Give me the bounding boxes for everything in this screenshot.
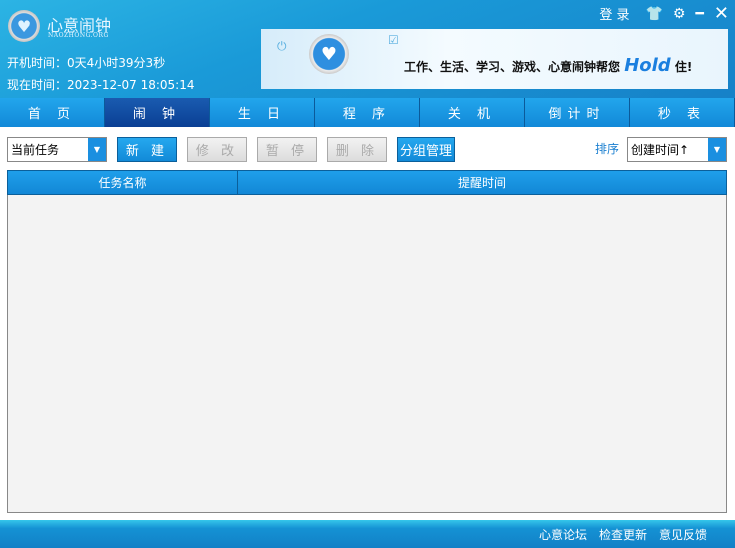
tab-shutdown[interactable]: 关 机: [420, 98, 525, 127]
title-bar: ♥ 心意闹钟 NAOZHONG.ORG 开机时间：0天4小时39分3秒 现在时间…: [0, 0, 735, 98]
current-time-label: 现在时间：: [7, 78, 68, 92]
banner-hold: Hold: [624, 55, 671, 76]
window-controls: 登 录 👕 ⚙ ━ ✕: [599, 3, 729, 24]
pause-button[interactable]: 暂 停: [257, 137, 317, 162]
banner-text: 工作、生活、学习、游戏、心意闹钟帮您: [404, 60, 621, 74]
checkbox-icon: ☑: [388, 33, 399, 47]
column-remind-time[interactable]: 提醒时间: [238, 171, 726, 194]
uptime-label: 开机时间：: [7, 56, 68, 70]
power-icon: ⏻: [277, 39, 287, 53]
sort-label: 排序: [595, 142, 620, 156]
uptime: 开机时间：0天4小时39分3秒: [7, 54, 165, 71]
banner[interactable]: ♥ ⏻ ☑ 工作、生活、学习、游戏、心意闹钟帮您 Hold 住!: [261, 29, 728, 89]
current-time: 现在时间：2023-12-07 18:05:14: [7, 76, 194, 93]
delete-button[interactable]: 删 除: [327, 137, 387, 162]
banner-heart-icon: ♥: [309, 34, 349, 74]
banner-end: 住!: [674, 60, 693, 74]
group-manage-button[interactable]: 分组管理: [397, 137, 455, 162]
app-logo-heart-icon: ♥: [8, 10, 40, 42]
uptime-value: 0天4小时39分3秒: [67, 56, 166, 70]
gear-icon[interactable]: ⚙: [673, 6, 686, 22]
feedback-link[interactable]: 意见反馈: [659, 526, 707, 543]
new-button[interactable]: 新 建: [117, 137, 177, 162]
tab-program[interactable]: 程 序: [315, 98, 420, 127]
sort-select[interactable]: 创建时间↑ ▼: [627, 137, 727, 162]
tshirt-icon[interactable]: 👕: [645, 6, 662, 22]
task-filter-select[interactable]: 当前任务 ▼: [7, 137, 107, 162]
close-icon[interactable]: ✕: [714, 3, 729, 24]
task-list[interactable]: [7, 195, 727, 513]
tab-countdown[interactable]: 倒计时: [525, 98, 630, 127]
column-task-name[interactable]: 任务名称: [8, 171, 238, 194]
tab-alarm[interactable]: 闹 钟: [105, 98, 210, 127]
main-tabs: 首 页 闹 钟 生 日 程 序 关 机 倒计时 秒 表: [0, 98, 735, 127]
check-update-link[interactable]: 检查更新: [599, 526, 647, 543]
current-time-value: 2023-12-07 18:05:14: [67, 78, 195, 92]
chevron-down-icon[interactable]: ▼: [708, 138, 726, 161]
task-filter-value: 当前任务: [11, 143, 60, 157]
minimize-icon[interactable]: ━: [695, 6, 703, 22]
sort-value: 创建时间↑: [631, 143, 690, 157]
chevron-down-icon[interactable]: ▼: [88, 138, 106, 161]
app-subtitle: NAOZHONG.ORG: [48, 32, 109, 39]
edit-button[interactable]: 修 改: [187, 137, 247, 162]
tab-stopwatch[interactable]: 秒 表: [630, 98, 735, 127]
footer: 心意论坛 检查更新 意见反馈: [0, 520, 735, 548]
tab-birthday[interactable]: 生 日: [210, 98, 315, 127]
table-header: 任务名称 提醒时间: [7, 170, 727, 195]
forum-link[interactable]: 心意论坛: [539, 526, 587, 543]
tab-home[interactable]: 首 页: [0, 98, 105, 127]
login-button[interactable]: 登 录: [599, 4, 629, 23]
